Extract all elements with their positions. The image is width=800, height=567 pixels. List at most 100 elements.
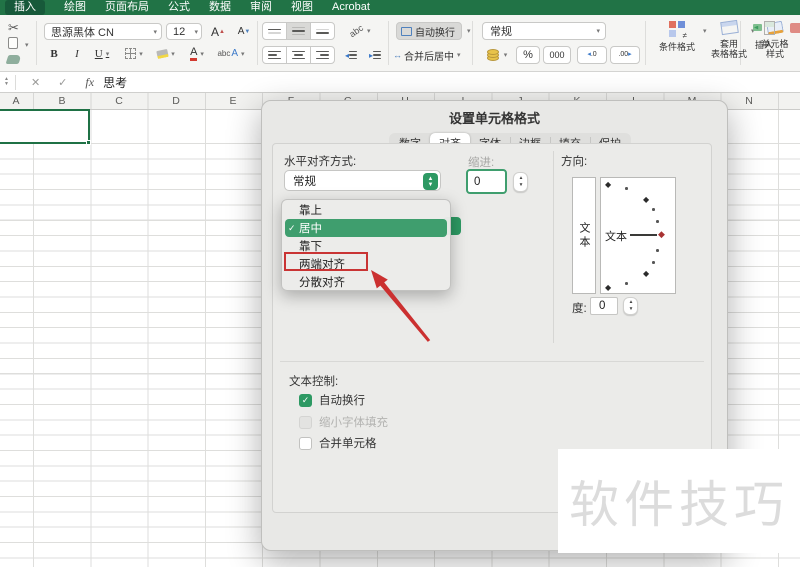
decrease-decimal-button[interactable]: .00▸ xyxy=(610,46,640,64)
cancel-entry-icon[interactable]: ✕ xyxy=(31,76,40,89)
fx-icon[interactable]: fx xyxy=(85,75,94,90)
gauge-diamond: ◆ xyxy=(643,196,649,204)
orientation-gauge[interactable]: ◆ ◆ 文本 ◆ ◆ ◆ xyxy=(600,177,676,294)
font-name-select[interactable]: 思源黑体 CN ▾ xyxy=(44,23,162,40)
orientation-icon: abc xyxy=(348,23,366,40)
borders-button[interactable]: ▾ xyxy=(120,45,148,62)
fill-color-button[interactable]: ▾ xyxy=(152,45,180,62)
align-bottom-icon xyxy=(316,29,329,34)
percent-style-button[interactable]: % xyxy=(516,46,540,64)
wrap-text-button[interactable]: 自动换行 xyxy=(396,22,462,40)
namebox-stepper[interactable]: ▲▼ xyxy=(4,77,9,87)
up-icon: ▲ xyxy=(219,29,225,35)
indent-stepper[interactable]: ▲▼ xyxy=(513,172,528,192)
gauge-dot xyxy=(656,249,659,252)
fill-handle[interactable] xyxy=(86,140,91,145)
ribbon-tab-acrobat[interactable]: Acrobat xyxy=(332,0,370,15)
increase-decimal-button[interactable]: ◂.0 xyxy=(577,46,607,64)
watermark: 软件技巧 xyxy=(558,449,800,553)
column-header[interactable]: D xyxy=(172,95,180,107)
ribbon-tab-page-layout[interactable]: 页面布局 xyxy=(105,0,149,15)
decrease-indent-button[interactable]: ◂ xyxy=(340,46,362,64)
align-top-button[interactable] xyxy=(262,22,287,40)
align-right-button[interactable] xyxy=(310,46,335,64)
column-header[interactable]: C xyxy=(115,95,123,107)
conditional-format-label: 条件格式 xyxy=(655,42,699,52)
checkbox-checked-icon[interactable]: ✓ xyxy=(299,394,312,407)
conditional-format-button[interactable]: ≠ 条件格式 xyxy=(655,21,699,52)
font-name-value: 思源黑体 CN xyxy=(51,24,114,40)
selected-cell[interactable] xyxy=(0,109,90,144)
column-header[interactable]: E xyxy=(229,95,236,107)
formula-input[interactable]: 思考 xyxy=(103,74,127,91)
indent-label: 缩进: xyxy=(468,154,494,170)
column-header[interactable]: B xyxy=(58,95,65,107)
menu-item-top[interactable]: 靠上 xyxy=(282,201,450,219)
align-left-button[interactable] xyxy=(262,46,287,64)
confirm-entry-icon[interactable]: ✓ xyxy=(58,76,67,89)
gauge-dot xyxy=(625,282,628,285)
shrink-font-button[interactable]: A ▼ xyxy=(232,23,256,40)
vertical-text-box[interactable]: 文本 xyxy=(572,177,596,294)
number-format-select[interactable]: 常规 ▾ xyxy=(482,22,606,40)
insert-cells-button[interactable]: 插入 xyxy=(745,21,783,50)
number-format-value: 常规 xyxy=(490,23,512,39)
align-middle-button[interactable] xyxy=(286,22,311,40)
menu-item-distributed[interactable]: 分散对齐 xyxy=(282,273,450,291)
grow-font-button[interactable]: A ▲ xyxy=(206,23,230,40)
group-divider xyxy=(645,21,646,65)
checkbox-unchecked-icon[interactable] xyxy=(299,437,312,450)
merge-center-label: 合并后居中 xyxy=(404,48,454,63)
orientation-button[interactable]: abc ▾ xyxy=(342,22,378,40)
italic-button[interactable]: I xyxy=(68,45,86,62)
paste-icon[interactable] xyxy=(8,37,18,49)
ribbon-tab-formulas[interactable]: 公式 xyxy=(168,0,190,15)
font-size-select[interactable]: 12 ▾ xyxy=(166,23,202,40)
paste-dropdown-icon[interactable]: ▾ xyxy=(25,41,29,49)
merge-cells-checkbox-row[interactable]: 合并单元格 xyxy=(299,435,377,451)
degree-input[interactable]: 0 xyxy=(590,297,618,315)
gauge-diamond-selected: ◆ xyxy=(658,230,665,238)
format-painter-icon[interactable] xyxy=(6,55,22,64)
bold-label: B xyxy=(50,48,57,60)
underline-button[interactable]: U ▾ xyxy=(88,45,116,62)
text-control-label: 文本控制: xyxy=(289,373,338,389)
comma-style-button[interactable]: 000 xyxy=(543,46,571,64)
section-divider xyxy=(280,361,704,362)
check-icon: ✓ xyxy=(288,223,296,234)
phonetic-label: abc xyxy=(217,49,230,58)
ribbon-tab-draw[interactable]: 绘图 xyxy=(64,0,86,15)
bold-button[interactable]: B xyxy=(44,45,64,62)
wrap-text-checkbox-row[interactable]: ✓ 自动换行 xyxy=(299,392,365,408)
delete-cells-icon[interactable] xyxy=(790,23,800,33)
group-divider xyxy=(257,21,258,65)
merge-center-button[interactable]: ↔ 合并后居中 ▾ xyxy=(392,46,468,64)
watermark-text: 软件技巧 xyxy=(569,465,789,537)
shrink-font-label: A xyxy=(238,26,245,37)
column-header[interactable]: A xyxy=(12,95,19,107)
align-bottom-button[interactable] xyxy=(310,22,335,40)
dialog-title: 设置单元格格式 xyxy=(262,108,727,127)
horizontal-align-select[interactable]: 常规 ▲▼ xyxy=(284,170,441,191)
accounting-format-button[interactable]: ▾ xyxy=(482,46,512,64)
chevron-down-icon: ▾ xyxy=(194,28,198,36)
align-center-button[interactable] xyxy=(286,46,311,64)
menu-item-center[interactable]: ✓ 居中 xyxy=(285,219,447,237)
align-center-icon xyxy=(292,51,305,60)
gauge-needle xyxy=(630,234,657,236)
increase-indent-button[interactable]: ▸ xyxy=(364,46,386,64)
orientation-label: 方向: xyxy=(561,153,587,169)
cut-icon[interactable]: ✂ xyxy=(8,20,19,36)
wrap-dropdown-icon[interactable]: ▾ xyxy=(467,27,471,35)
ribbon-tab-data[interactable]: 数据 xyxy=(209,0,231,15)
phonetic-guide-button[interactable]: abc A ▾ xyxy=(214,45,248,62)
ribbon-tab-insert[interactable]: 插入 xyxy=(5,0,45,15)
chevron-down-icon: ▾ xyxy=(596,27,600,35)
gauge-diamond: ◆ xyxy=(605,181,611,189)
font-color-button[interactable]: A ▾ xyxy=(184,45,210,62)
indent-input[interactable]: 0 xyxy=(466,169,507,194)
column-header[interactable]: N xyxy=(745,95,753,107)
ribbon-tab-view[interactable]: 视图 xyxy=(291,0,313,15)
ribbon-tab-review[interactable]: 审阅 xyxy=(250,0,272,15)
degree-stepper[interactable]: ▲▼ xyxy=(623,297,638,315)
